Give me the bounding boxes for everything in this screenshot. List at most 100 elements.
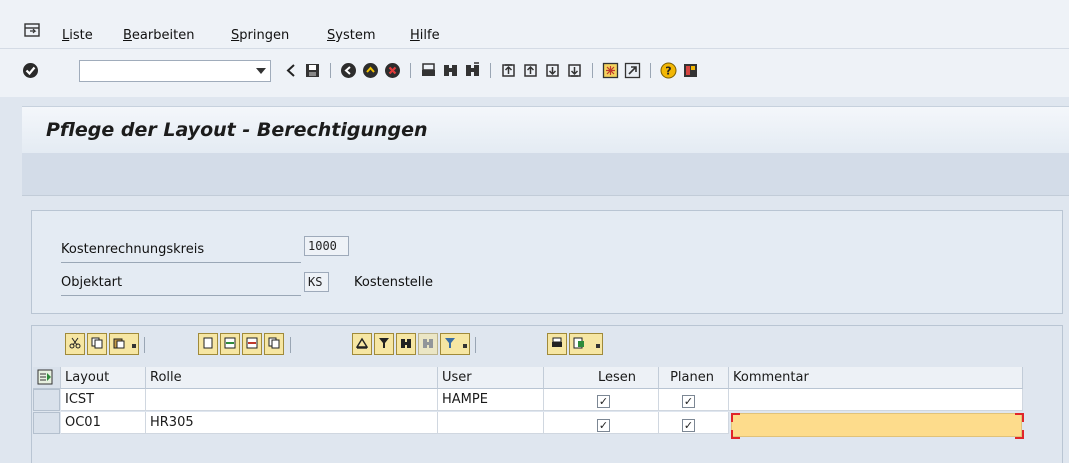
filter-icon [379, 338, 389, 348]
next-page-icon[interactable] [544, 62, 561, 79]
toolbar-separator [330, 63, 331, 78]
last-page-icon[interactable] [566, 62, 583, 79]
duplicate-row-icon [268, 337, 280, 349]
cell-rolle[interactable] [146, 389, 438, 411]
row-selector[interactable] [33, 389, 60, 411]
column-header-rolle[interactable]: Rolle [146, 367, 438, 389]
cell-user[interactable] [438, 412, 544, 434]
planen-checkbox[interactable]: ✓ [682, 395, 695, 408]
find-icon[interactable] [442, 62, 459, 79]
page-title: Pflege der Layout - Berechtigungen [46, 119, 428, 141]
find-button[interactable] [396, 333, 416, 355]
menu-springen[interactable]: Springen [231, 28, 289, 43]
print-icon[interactable] [420, 62, 437, 79]
standard-toolbar: ? [0, 49, 1069, 97]
back-green-icon[interactable] [340, 62, 357, 79]
sort-button[interactable] [352, 333, 372, 355]
focus-corner [731, 430, 740, 439]
objektart-description: Kostenstelle [354, 275, 434, 290]
cut-button[interactable] [65, 333, 85, 355]
focus-corner [1015, 413, 1024, 422]
lesen-checkbox[interactable]: ✓ [597, 395, 610, 408]
menu-liste[interactable]: Liste [62, 28, 93, 43]
select-all-button[interactable] [33, 367, 61, 389]
cell-user[interactable]: HAMPE [438, 389, 544, 411]
shortcut-icon[interactable] [624, 62, 641, 79]
menu-system[interactable]: System [327, 28, 376, 43]
previous-page-icon[interactable] [522, 62, 539, 79]
selection-group: Kostenrechnungskreis 1000 Objektart KS K… [31, 210, 1063, 314]
new-row-button[interactable] [198, 333, 218, 355]
set-filter-icon [445, 338, 455, 348]
insert-row-button[interactable] [220, 333, 240, 355]
svg-text:?: ? [665, 65, 671, 78]
layout-icon[interactable] [682, 62, 699, 79]
select-all-icon [37, 369, 53, 385]
column-header-user[interactable]: User [438, 367, 544, 389]
find-next-icon[interactable] [464, 62, 481, 79]
grid-toolbar-separator [290, 337, 291, 353]
sort-ascending-icon [356, 337, 368, 349]
export-icon [573, 337, 584, 349]
lesen-checkbox[interactable]: ✓ [597, 419, 610, 432]
command-field[interactable] [79, 60, 271, 82]
export-button[interactable] [569, 333, 603, 355]
chevron-down-icon[interactable] [256, 68, 266, 74]
exit-icon[interactable] [362, 62, 379, 79]
back-icon[interactable] [283, 62, 300, 79]
new-row-icon [203, 337, 213, 349]
system-menu-icon[interactable] [24, 23, 40, 37]
focus-corner [1015, 430, 1024, 439]
row-selector[interactable] [33, 412, 60, 434]
cell-layout[interactable]: OC01 [61, 412, 146, 434]
cancel-icon[interactable] [384, 62, 401, 79]
set-filter-button[interactable] [440, 333, 470, 355]
duplicate-row-button[interactable] [264, 333, 284, 355]
column-header-planen[interactable]: Planen [659, 367, 729, 389]
cell-rolle[interactable]: HR305 [146, 412, 438, 434]
copy-icon [91, 337, 103, 349]
save-icon[interactable] [304, 62, 321, 79]
objektart-label: Objektart [61, 275, 123, 290]
delete-row-icon [246, 337, 258, 349]
menu-bearbeiten[interactable]: Bearbeiten [123, 28, 194, 43]
menu-hilfe[interactable]: Hilfe [410, 28, 440, 43]
paste-icon [113, 338, 125, 349]
filter-button[interactable] [374, 333, 394, 355]
menu-bar: Liste Bearbeiten Springen System Hilfe [0, 0, 1069, 49]
kostenrechnungskreis-label: Kostenrechnungskreis [61, 242, 205, 257]
menu-arrow-icon [132, 344, 136, 348]
insert-row-icon [224, 337, 236, 349]
find-next-button[interactable] [418, 333, 438, 355]
find-icon [401, 339, 411, 348]
column-header-kommentar[interactable]: Kommentar [729, 367, 1023, 389]
print-icon [552, 337, 562, 347]
first-page-icon[interactable] [500, 62, 517, 79]
kostenrechnungskreis-field[interactable]: 1000 [304, 236, 349, 256]
cell-kommentar[interactable] [729, 389, 1023, 411]
menu-arrow-icon [463, 344, 467, 348]
planen-checkbox[interactable]: ✓ [682, 419, 695, 432]
cut-icon [69, 337, 81, 349]
toolbar-separator [592, 63, 593, 78]
print-button[interactable] [547, 333, 567, 355]
label-underline [61, 262, 301, 263]
grid-toolbar-separator [475, 337, 476, 353]
copy-button[interactable] [87, 333, 107, 355]
delete-row-button[interactable] [242, 333, 262, 355]
find-next-icon [423, 339, 433, 348]
cell-kommentar-focused[interactable] [731, 413, 1022, 437]
column-header-lesen[interactable]: Lesen [544, 367, 659, 389]
toolbar-separator [650, 63, 651, 78]
toolbar-separator [410, 63, 411, 78]
column-header-layout[interactable]: Layout [61, 367, 146, 389]
paste-button[interactable] [109, 333, 139, 355]
new-session-icon[interactable] [602, 62, 619, 79]
objektart-field[interactable]: KS [304, 272, 329, 292]
grid-toolbar-separator [144, 337, 145, 353]
help-icon[interactable]: ? [660, 62, 677, 79]
enter-icon[interactable] [22, 62, 39, 79]
application-toolbar [22, 153, 1069, 196]
title-bar: Pflege der Layout - Berechtigungen [22, 106, 1069, 154]
cell-layout[interactable]: ICST [61, 389, 146, 411]
